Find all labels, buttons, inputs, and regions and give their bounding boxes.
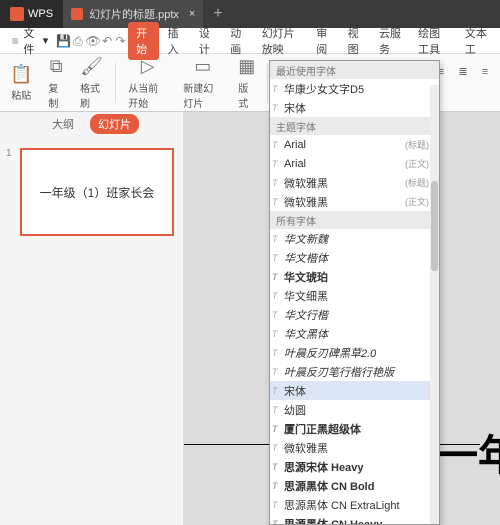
formatbrush-button[interactable]: 🖌格式刷 <box>76 56 107 110</box>
menu-动画[interactable]: 动画 <box>222 22 253 60</box>
brush-icon: 🖌 <box>80 56 103 78</box>
file-label: 幻灯片的标题.pptx <box>89 6 179 22</box>
undo-icon[interactable]: ↶ <box>102 34 113 48</box>
font-type-icon: T <box>272 348 278 358</box>
font-type-icon: T <box>272 234 278 244</box>
font-option[interactable]: T华文细黑 <box>270 286 439 305</box>
fromstart-button[interactable]: ▷从当前开始 <box>124 56 171 110</box>
font-option[interactable]: T微软雅黑(正文) <box>270 192 439 211</box>
menu-设计[interactable]: 设计 <box>191 22 222 60</box>
play-icon: ▷ <box>141 56 155 78</box>
close-tab-icon[interactable]: × <box>189 8 195 20</box>
font-type-icon: T <box>272 272 278 282</box>
fd-header-recent: 最近使用字体 <box>270 61 439 79</box>
wps-logo-icon <box>10 7 24 21</box>
font-option[interactable]: T微软雅黑 <box>270 438 439 457</box>
font-type-icon: T <box>272 84 278 94</box>
font-option[interactable]: T思源黑体 CN ExtraLight <box>270 495 439 514</box>
font-option[interactable]: T华文行楷 <box>270 305 439 324</box>
font-dropdown: 最近使用字体 T华康少女文字D5T宋体 主题字体 TArial(标题)TAria… <box>269 60 440 525</box>
font-option[interactable]: T厦门正黑超级体 <box>270 419 439 438</box>
new-tab-button[interactable]: + <box>203 5 232 23</box>
menu-插入[interactable]: 插入 <box>159 22 190 60</box>
font-option[interactable]: T华康少女文字D5 <box>270 79 439 98</box>
font-type-icon: T <box>272 310 278 320</box>
menu-视图[interactable]: 视图 <box>340 22 371 60</box>
separator <box>115 63 116 103</box>
slide-number: 1 <box>6 148 16 159</box>
menu-items: 开始插入设计动画幻灯片放映审阅视图云服务绘图工具文本工 <box>128 22 496 60</box>
newslide-button[interactable]: ▭新建幻灯片 <box>179 56 226 110</box>
font-option[interactable]: T叶晨反刃笔行楷行艳版 <box>270 362 439 381</box>
font-type-icon: T <box>272 443 278 453</box>
font-type-icon: T <box>272 462 278 472</box>
slide-thumbnail[interactable]: 1 一年级（1）班家长会 <box>10 148 173 236</box>
font-type-icon: T <box>272 329 278 339</box>
font-option[interactable]: T华文琥珀 <box>270 267 439 286</box>
font-option[interactable]: T幼圆 <box>270 400 439 419</box>
font-type-icon: T <box>272 140 278 150</box>
clipboard-icon: 📋 <box>10 63 32 85</box>
menu-审阅[interactable]: 审阅 <box>308 22 339 60</box>
tab-outline[interactable]: 大纲 <box>44 114 82 134</box>
font-option[interactable]: TArial(正文) <box>270 154 439 173</box>
font-type-icon: T <box>272 159 278 169</box>
layout-button[interactable]: ▦版式 <box>234 56 259 110</box>
font-option[interactable]: T思源宋体 Heavy <box>270 457 439 476</box>
print-icon[interactable]: ⎙ <box>72 34 83 48</box>
fd-header-theme: 主题字体 <box>270 117 439 135</box>
font-type-icon: T <box>272 481 278 491</box>
menu-幻灯片放映[interactable]: 幻灯片放映 <box>254 22 309 60</box>
font-type-icon: T <box>272 519 278 525</box>
layout-icon: ▦ <box>238 56 255 78</box>
sidepanel: 大纲 幻灯片 1 一年级（1）班家长会 <box>0 112 184 525</box>
side-tabs: 大纲 幻灯片 <box>0 112 183 136</box>
scrollbar-thumb[interactable] <box>431 181 438 271</box>
font-option[interactable]: T宋体 <box>270 98 439 117</box>
numbers-button[interactable]: ≣ <box>454 63 472 81</box>
redo-icon[interactable]: ↷ <box>115 34 126 48</box>
font-type-icon: T <box>272 367 278 377</box>
fd-header-all: 所有字体 <box>270 211 439 229</box>
font-option[interactable]: T华文新魏 <box>270 229 439 248</box>
menu-云服务[interactable]: 云服务 <box>371 22 410 60</box>
save-icon[interactable]: 💾 <box>56 34 70 48</box>
copy-icon: ⧉ <box>50 56 63 78</box>
font-option[interactable]: T华文楷体 <box>270 248 439 267</box>
slide-preview: 一年级（1）班家长会 <box>20 148 174 236</box>
font-option[interactable]: T微软雅黑(标题) <box>270 173 439 192</box>
tab-slides[interactable]: 幻灯片 <box>90 114 139 134</box>
font-option[interactable]: TArial(标题) <box>270 135 439 154</box>
font-type-icon: T <box>272 253 278 263</box>
menu-开始[interactable]: 开始 <box>128 22 159 60</box>
font-type-icon: T <box>272 500 278 510</box>
font-option[interactable]: T思源黑体 CN Heavy <box>270 514 439 525</box>
copy-button[interactable]: ⧉复制 <box>44 56 68 110</box>
font-option[interactable]: T叶晨反刃碑黑草2.0 <box>270 343 439 362</box>
menu-3lines-icon: ≡ <box>10 34 20 48</box>
paste-button[interactable]: 📋粘贴 <box>6 63 36 102</box>
preview-icon[interactable]: 👁 <box>86 34 100 48</box>
font-option[interactable]: T宋体 <box>270 381 439 400</box>
brand-label: WPS <box>28 8 53 20</box>
font-type-icon: T <box>272 197 278 207</box>
menu-绘图工具[interactable]: 绘图工具 <box>410 22 457 60</box>
slide-icon: ▭ <box>194 56 211 78</box>
font-type-icon: T <box>272 405 278 415</box>
slide-title-text: 一年 <box>436 422 500 483</box>
pptx-icon <box>71 8 83 20</box>
separator <box>267 63 268 103</box>
menu-file[interactable]: ≡文件▾ <box>4 25 54 57</box>
align-button[interactable]: ≡ <box>476 63 494 81</box>
font-type-icon: T <box>272 178 278 188</box>
font-option[interactable]: T华文黑体 <box>270 324 439 343</box>
font-type-icon: T <box>272 386 278 396</box>
font-type-icon: T <box>272 424 278 434</box>
menu-文本工[interactable]: 文本工 <box>457 22 496 60</box>
font-type-icon: T <box>272 291 278 301</box>
font-option[interactable]: T思源黑体 CN Bold <box>270 476 439 495</box>
font-type-icon: T <box>272 103 278 113</box>
menu-bar: ≡文件▾ 💾 ⎙ 👁 ↶ ↷ 开始插入设计动画幻灯片放映审阅视图云服务绘图工具文… <box>0 28 500 54</box>
